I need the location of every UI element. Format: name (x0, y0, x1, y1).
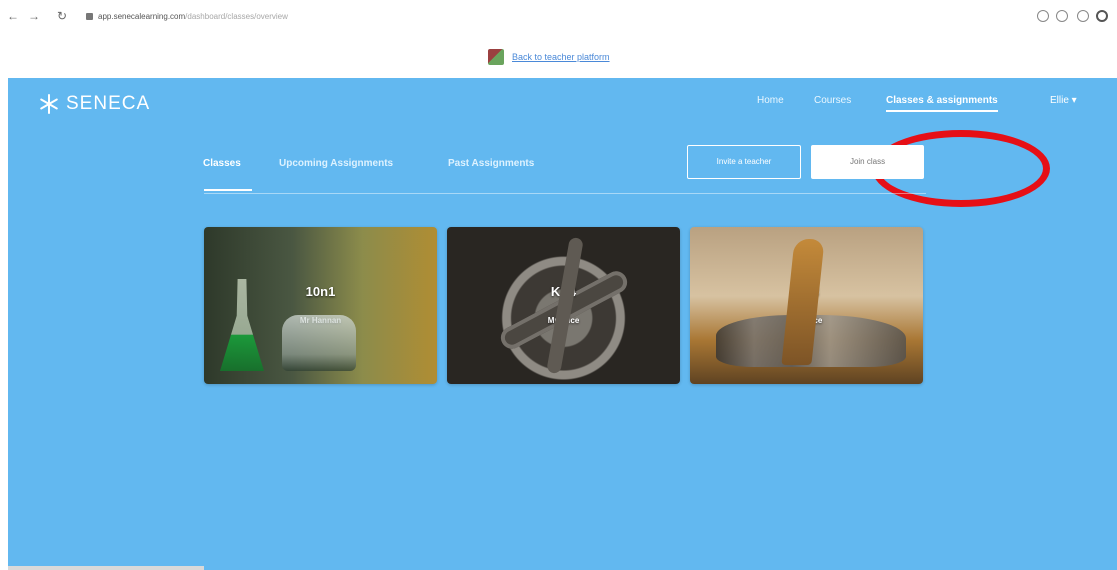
forward-arrow-icon[interactable]: → (27, 9, 41, 23)
back-to-teacher-platform-label: Back to teacher platform (512, 52, 610, 62)
class-title: KS4 (550, 284, 577, 299)
back-to-teacher-platform-link[interactable]: Back to teacher platform (488, 49, 610, 65)
nav-courses[interactable]: Courses (814, 95, 851, 106)
refresh-icon[interactable]: ↻ (55, 9, 69, 23)
teacher-platform-strip: Back to teacher platform (0, 34, 1117, 78)
classes-overview-page: SENECA Home Courses Classes & assignment… (8, 78, 1117, 570)
status-bar (8, 566, 204, 570)
teacher-avatar-icon (488, 49, 504, 65)
brand-name: SENECA (66, 93, 151, 114)
nav-classes-and-assignments[interactable]: Classes & assignments (886, 95, 998, 112)
class-title: KS3 (793, 284, 820, 299)
profile-icon[interactable] (1096, 10, 1108, 22)
class-title: 10n1 (305, 284, 336, 299)
url-host: app.senecalearning.com (98, 12, 186, 21)
class-card-ks3[interactable]: KS3 Mr Price (690, 227, 923, 384)
seneca-logo-icon (38, 93, 60, 115)
url-bar[interactable]: app.senecalearning.com/dashboard/classes… (86, 9, 986, 25)
seneca-logo[interactable]: SENECA (38, 92, 150, 116)
nav-home[interactable]: Home (757, 95, 784, 106)
class-cards: 10n1 Mr Hannan KS4 Mr Price KS3 Mr Price (204, 227, 924, 384)
class-card-ks4[interactable]: KS4 Mr Price (447, 227, 680, 384)
user-menu[interactable]: Ellie ▾ (1050, 95, 1077, 106)
class-teacher: Mr Price (547, 316, 580, 325)
class-teacher: Mr Hannan (299, 316, 342, 325)
tab-past-assignments[interactable]: Past Assignments (448, 158, 534, 170)
tab-classes[interactable]: Classes (203, 158, 241, 170)
lock-icon (86, 13, 93, 20)
class-teacher: Mr Price (790, 316, 823, 325)
back-arrow-icon[interactable]: ← (6, 9, 20, 23)
tabs-divider (204, 193, 926, 194)
key-icon[interactable] (1037, 10, 1049, 22)
settings-icon[interactable] (1056, 10, 1068, 22)
url-path: /dashboard/classes/overview (185, 12, 288, 21)
browser-chrome: ← → ↻ app.senecalearning.com/dashboard/c… (0, 0, 1117, 34)
join-class-button[interactable]: Join class (811, 145, 924, 179)
invite-teacher-button[interactable]: Invite a teacher (687, 145, 801, 179)
active-tab-underline (204, 189, 252, 191)
class-card-10n1[interactable]: 10n1 Mr Hannan (204, 227, 437, 384)
star-icon[interactable] (1077, 10, 1089, 22)
tab-upcoming-assignments[interactable]: Upcoming Assignments (279, 158, 393, 170)
